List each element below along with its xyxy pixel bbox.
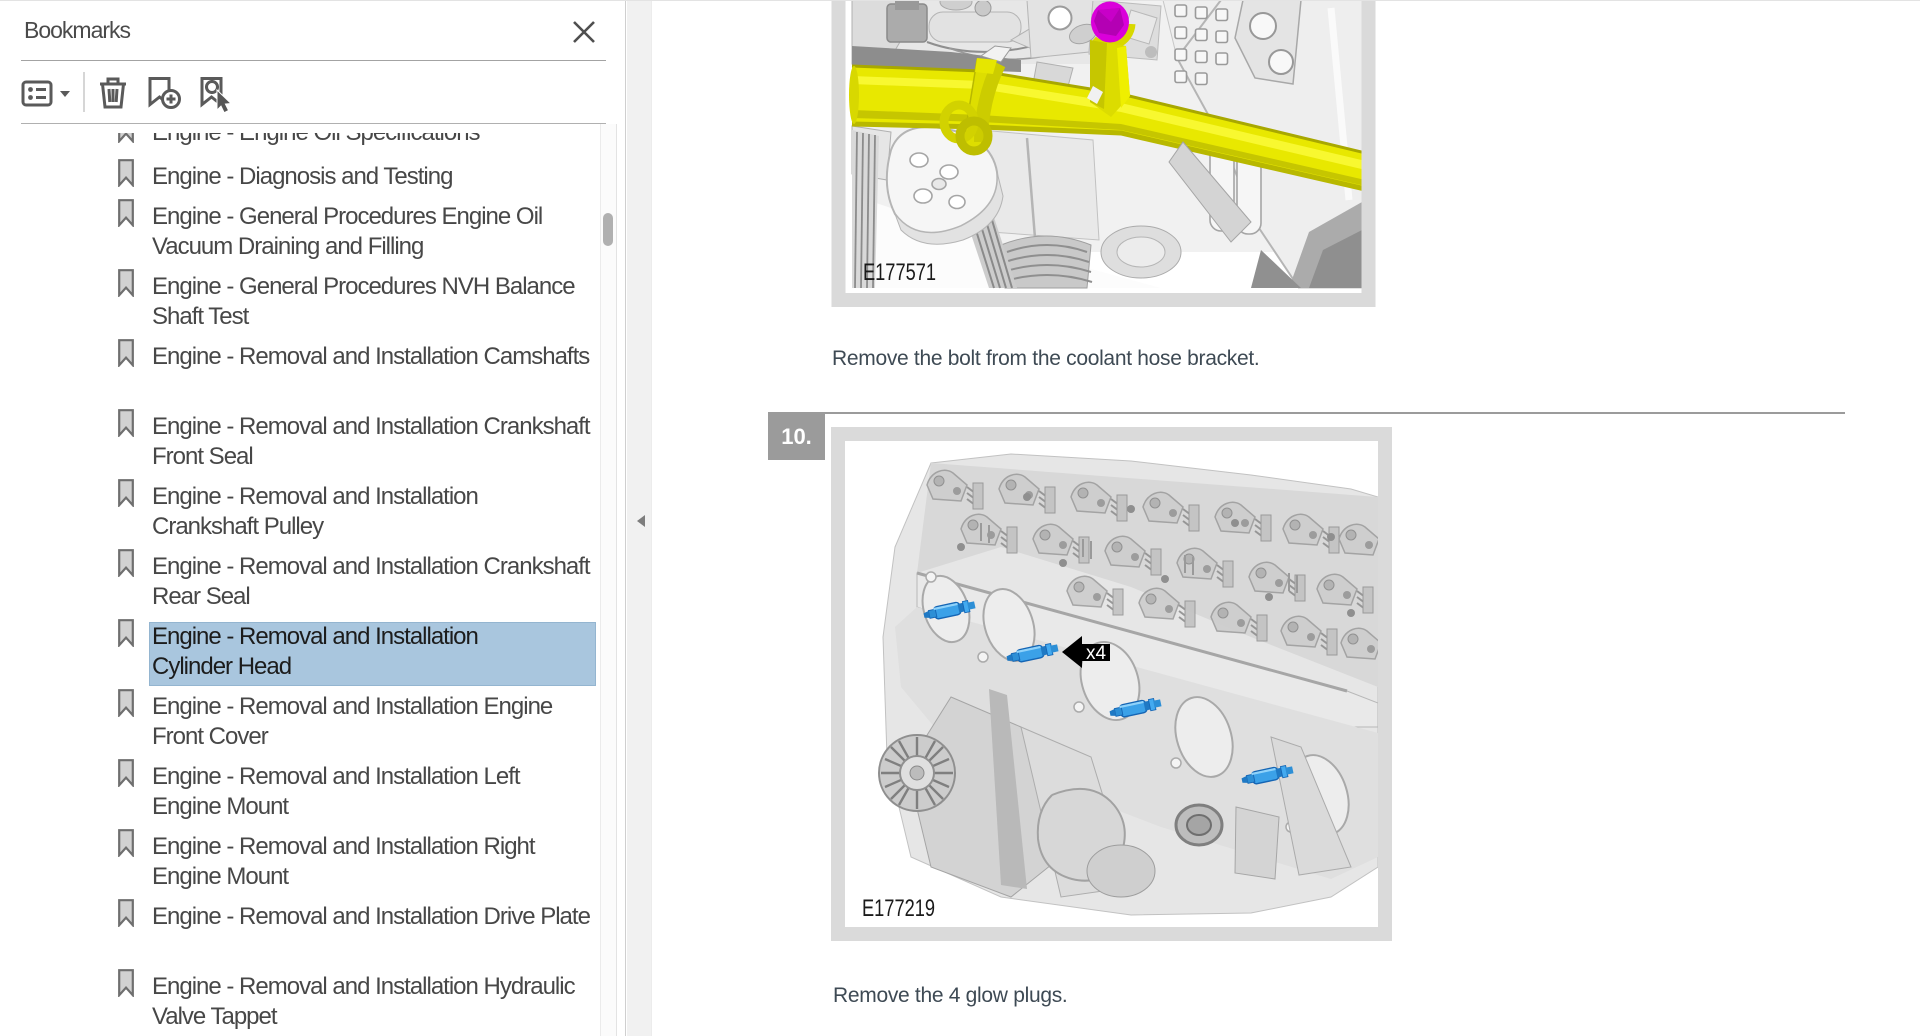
svg-text:x4: x4 xyxy=(1086,643,1107,664)
svg-text:E177571: E177571 xyxy=(863,259,936,286)
svg-text:E177219: E177219 xyxy=(862,895,935,922)
